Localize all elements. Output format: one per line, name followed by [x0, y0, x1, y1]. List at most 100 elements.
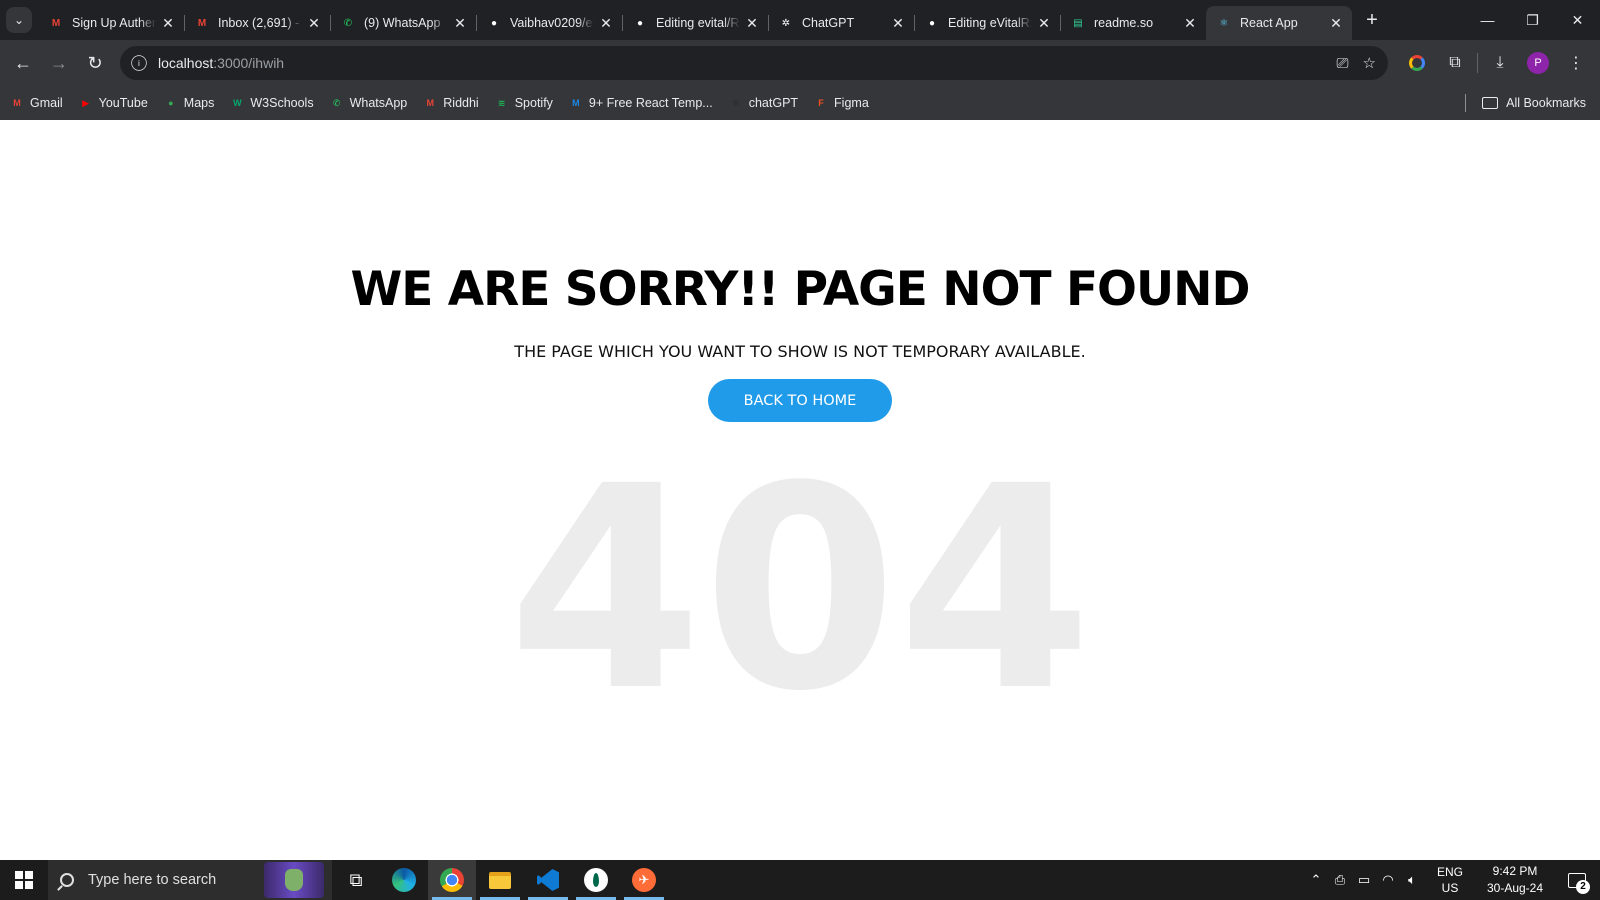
- close-tab-icon[interactable]: ✕: [598, 15, 614, 31]
- toolbar-separator: [1477, 53, 1478, 73]
- tab-6[interactable]: ● Editing eVitalRx ✕: [914, 6, 1060, 40]
- close-tab-icon[interactable]: ✕: [160, 15, 176, 31]
- bookmark-chatgpt[interactable]: ✲ chatGPT: [729, 96, 798, 110]
- bookmark-label: WhatsApp: [349, 96, 408, 110]
- reload-icon: ↻: [87, 52, 103, 73]
- arrow-left-icon: ←: [14, 52, 32, 73]
- chevron-up-icon[interactable]: ⌃: [1304, 872, 1328, 888]
- back-button[interactable]: ←: [6, 46, 40, 80]
- tab-title: React App: [1240, 16, 1298, 30]
- forward-button[interactable]: →: [42, 46, 76, 80]
- url-host: localhost: [158, 55, 214, 71]
- address-bar[interactable]: i localhost:3000/ihwih ⎚ ☆: [120, 46, 1388, 80]
- taskbar-mongodb-compass[interactable]: [572, 860, 620, 900]
- close-tab-icon[interactable]: ✕: [1036, 15, 1052, 31]
- meet-now-icon[interactable]: ⎙: [1328, 872, 1352, 888]
- bookmark-whatsapp[interactable]: ✆ WhatsApp: [330, 96, 408, 110]
- bookmark-label: Riddhi: [443, 96, 479, 110]
- bookmark-star-icon[interactable]: ☆: [1363, 54, 1376, 72]
- battery-icon[interactable]: ▭: [1352, 872, 1376, 888]
- spotify-icon: ≋: [497, 97, 506, 108]
- bookmark-w3schools[interactable]: W W3Schools: [230, 96, 313, 110]
- downloads-icon[interactable]: ⤓: [1484, 47, 1516, 79]
- bookmark-spotify[interactable]: ≋ Spotify: [495, 96, 553, 110]
- all-bookmarks-label: All Bookmarks: [1506, 96, 1586, 110]
- region-code: US: [1441, 881, 1459, 895]
- bookmark-figma[interactable]: F Figma: [814, 96, 868, 110]
- url-text[interactable]: localhost:3000/ihwih: [158, 55, 284, 71]
- bookmark-youtube[interactable]: ▶ YouTube: [79, 96, 148, 110]
- bookmark-9-free-react-temp[interactable]: M 9+ Free React Temp...: [569, 96, 713, 110]
- chevron-down-icon: ⌄: [13, 13, 25, 27]
- page-content: 404 WE ARE SORRY!! PAGE NOT FOUND THE PA…: [0, 120, 1600, 860]
- mui-icon: M: [572, 98, 580, 108]
- taskbar-chrome[interactable]: [428, 860, 476, 900]
- bookmark-gmail[interactable]: M Gmail: [10, 96, 62, 110]
- tab-3[interactable]: ● Vaibhav0209/evital ✕: [476, 6, 622, 40]
- chatgpt-icon: ✲: [731, 97, 740, 108]
- taskbar-edge[interactable]: [380, 860, 428, 900]
- github-icon: ●: [490, 17, 498, 29]
- tab-5[interactable]: ✲ ChatGPT ✕: [768, 6, 914, 40]
- close-tab-icon[interactable]: ✕: [1328, 15, 1344, 31]
- task-view-button[interactable]: ⧉: [332, 860, 380, 900]
- bookmark-maps[interactable]: ● Maps: [164, 96, 214, 110]
- gmail-icon: M: [197, 17, 207, 29]
- arrow-right-icon: →: [50, 52, 68, 73]
- omnibox-actions: ⎚ ☆: [1337, 46, 1376, 80]
- tab-2[interactable]: ✆ (9) WhatsApp ✕: [330, 6, 476, 40]
- taskbar-search-box[interactable]: Type here to search: [48, 860, 332, 900]
- site-info-icon[interactable]: i: [131, 55, 147, 71]
- reload-button[interactable]: ↻: [78, 46, 112, 80]
- tab-8[interactable]: ⚛ React App ✕: [1206, 6, 1352, 40]
- bookmark-riddhi[interactable]: M Riddhi: [423, 96, 479, 110]
- minimize-button[interactable]: —: [1465, 0, 1510, 40]
- task-view-icon: ⧉: [349, 869, 363, 890]
- back-to-home-button[interactable]: BACK TO HOME: [708, 379, 892, 422]
- close-window-button[interactable]: ✕: [1555, 0, 1600, 40]
- tab-title: ChatGPT: [802, 16, 855, 30]
- taskbar-file-explorer[interactable]: [476, 860, 524, 900]
- windows-logo-icon: [15, 871, 33, 889]
- extension-color-ring-icon[interactable]: [1401, 47, 1433, 79]
- bookmark-label: YouTube: [98, 96, 148, 110]
- folder-icon: [489, 871, 511, 889]
- menu-kebab-icon[interactable]: ⋮: [1560, 47, 1592, 79]
- language-indicator[interactable]: ENG US: [1430, 864, 1470, 896]
- search-highlight-image[interactable]: [264, 862, 324, 898]
- language-code: ENG: [1436, 865, 1463, 879]
- close-tab-icon[interactable]: ✕: [890, 15, 906, 31]
- notification-center-button[interactable]: 2: [1554, 860, 1600, 900]
- tab-search-button[interactable]: ⌄: [6, 7, 32, 33]
- taskbar-postman[interactable]: ✈: [620, 860, 668, 900]
- chatgpt-icon: ✲: [781, 17, 791, 29]
- extensions-puzzle-icon[interactable]: ⧉: [1439, 47, 1471, 79]
- clock[interactable]: 9:42 PM 30-Aug-24: [1476, 863, 1554, 897]
- background-404-text: 404: [507, 427, 1093, 753]
- browser-toolbar: ← → ↻ i localhost:3000/ihwih ⎚ ☆ ⧉ ⤓ P ⋮: [0, 40, 1600, 86]
- tab-0[interactable]: M Sign Up Authentication ✕: [38, 6, 184, 40]
- clock-date: 30-Aug-24: [1486, 881, 1544, 895]
- new-tab-button[interactable]: +: [1358, 6, 1386, 34]
- start-button[interactable]: [0, 860, 48, 900]
- bookmarks-separator: [1465, 94, 1467, 112]
- close-tab-icon[interactable]: ✕: [452, 15, 468, 31]
- tab-title: Editing evital/README: [656, 16, 740, 30]
- tab-1[interactable]: M Inbox (2,691) - ✕: [184, 6, 330, 40]
- clock-time: 9:42 PM: [1492, 864, 1538, 878]
- bookmark-label: W3Schools: [250, 96, 314, 110]
- all-bookmarks-button[interactable]: All Bookmarks: [1465, 86, 1586, 120]
- taskbar-vscode[interactable]: [524, 860, 572, 900]
- profile-button[interactable]: P: [1522, 47, 1554, 79]
- close-tab-icon[interactable]: ✕: [744, 15, 760, 31]
- restore-button[interactable]: ❐: [1510, 0, 1555, 40]
- install-app-icon[interactable]: ⎚: [1337, 55, 1349, 72]
- wifi-icon[interactable]: ◠: [1376, 872, 1400, 888]
- page-subtitle: THE PAGE WHICH YOU WANT TO SHOW IS NOT T…: [514, 342, 1086, 361]
- volume-icon[interactable]: 🔈︎: [1400, 872, 1424, 888]
- close-tab-icon[interactable]: ✕: [306, 15, 322, 31]
- tab-4[interactable]: ● Editing evital/README ✕: [622, 6, 768, 40]
- tab-title: (9) WhatsApp: [364, 16, 441, 30]
- tab-7[interactable]: ▤ readme.so ✕: [1060, 6, 1206, 40]
- close-tab-icon[interactable]: ✕: [1182, 15, 1198, 31]
